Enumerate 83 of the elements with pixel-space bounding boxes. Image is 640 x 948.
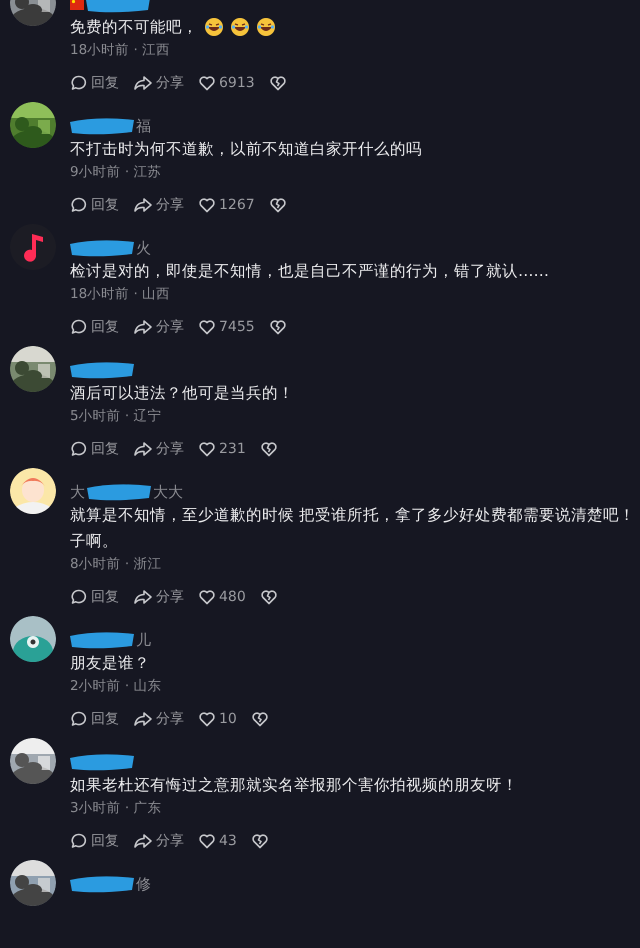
- comment-bubble-icon: [70, 196, 88, 214]
- dislike-button[interactable]: [268, 74, 287, 92]
- comment-text: 酒后可以违法？他可是当兵的！: [70, 383, 294, 404]
- reply-button[interactable]: 回复: [70, 440, 119, 458]
- share-button[interactable]: 分享: [133, 588, 184, 606]
- username[interactable]: 火: [136, 238, 151, 258]
- time-location: 9小时前 · 江苏: [70, 163, 162, 182]
- broken-heart-icon: [268, 196, 287, 214]
- comment-text: 就算是不知情，至少道歉的时候 把受谁所托，拿了多少好处费都需要说清楚吧！: [70, 505, 635, 526]
- like-button[interactable]: 480: [198, 588, 246, 606]
- time-location: 5小时前 · 辽宁: [70, 407, 162, 426]
- share-button[interactable]: 分享: [133, 74, 184, 92]
- broken-heart-icon: [268, 318, 287, 336]
- comment-bubble-icon: [70, 832, 88, 850]
- broken-heart-icon: [260, 440, 278, 458]
- comment-bubble-icon: [70, 74, 88, 92]
- heart-icon: [198, 318, 216, 336]
- username[interactable]: 修: [136, 874, 151, 894]
- like-button[interactable]: 6913: [198, 74, 255, 92]
- comment-text: 不打击时为何不道歉，以前不知道白家开什么的吗: [70, 139, 422, 160]
- share-arrow-icon: [133, 196, 153, 214]
- like-button[interactable]: 10: [198, 710, 237, 728]
- dislike-button[interactable]: [260, 440, 278, 458]
- time-location: 8小时前 · 浙江: [70, 555, 162, 574]
- reply-button[interactable]: 回复: [70, 832, 119, 850]
- username[interactable]: 儿: [136, 630, 151, 650]
- reply-button[interactable]: 回复: [70, 74, 119, 92]
- time-location: 3小时前 · 广东: [70, 799, 162, 818]
- laughing-emoji-icon: [256, 17, 276, 37]
- share-button[interactable]: 分享: [133, 710, 184, 728]
- reply-button[interactable]: 回复: [70, 710, 119, 728]
- reply-button[interactable]: 回复: [70, 318, 119, 336]
- share-button[interactable]: 分享: [133, 196, 184, 214]
- dislike-button[interactable]: [250, 710, 269, 728]
- time-location: 18小时前 · 山西: [70, 285, 172, 304]
- share-arrow-icon: [133, 318, 153, 336]
- share-button[interactable]: 分享: [133, 440, 184, 458]
- comment-text: 子啊。: [70, 531, 118, 552]
- comment-bubble-icon: [70, 710, 88, 728]
- heart-icon: [198, 588, 216, 606]
- comment-text: 检讨是对的，即使是不知情，也是自己不严谨的行为，错了就认……: [70, 261, 549, 282]
- heart-icon: [198, 440, 216, 458]
- music-note-avatar-icon: [10, 224, 56, 270]
- like-button[interactable]: 231: [198, 440, 246, 458]
- username[interactable]: 大大: [153, 482, 183, 502]
- broken-heart-icon: [268, 74, 287, 92]
- dislike-button[interactable]: [260, 588, 278, 606]
- dislike-button[interactable]: [268, 318, 287, 336]
- share-button[interactable]: 分享: [133, 318, 184, 336]
- heart-icon: [198, 196, 216, 214]
- share-arrow-icon: [133, 74, 153, 92]
- heart-icon: [198, 710, 216, 728]
- heart-icon: [198, 74, 216, 92]
- comment-bubble-icon: [70, 440, 88, 458]
- dislike-button[interactable]: [250, 832, 269, 850]
- time-location: 18小时前 · 江西: [70, 41, 172, 60]
- comment-text: 如果老杜还有悔过之意那就实名举报那个害你拍视频的朋友呀！: [70, 775, 518, 796]
- reply-button[interactable]: 回复: [70, 588, 119, 606]
- cartoon-avatar-icon: [10, 468, 56, 514]
- comment-bubble-icon: [70, 318, 88, 336]
- reply-button[interactable]: 回复: [70, 196, 119, 214]
- like-button[interactable]: 7455: [198, 318, 255, 336]
- heart-icon: [198, 832, 216, 850]
- laughing-emoji-icon: [204, 17, 224, 37]
- like-button[interactable]: 1267: [198, 196, 255, 214]
- comment-text: 免费的不可能吧，: [70, 17, 198, 38]
- share-arrow-icon: [133, 832, 153, 850]
- broken-heart-icon: [250, 832, 269, 850]
- laughing-emoji-icon: [230, 17, 250, 37]
- username[interactable]: 大: [70, 482, 85, 502]
- like-button[interactable]: 43: [198, 832, 237, 850]
- comment-bubble-icon: [70, 588, 88, 606]
- share-arrow-icon: [133, 588, 153, 606]
- username[interactable]: 福: [136, 116, 151, 136]
- share-arrow-icon: [133, 440, 153, 458]
- dislike-button[interactable]: [268, 196, 287, 214]
- time-location: 2小时前 · 山东: [70, 677, 162, 696]
- comment-text: 朋友是谁？: [70, 653, 150, 674]
- share-arrow-icon: [133, 710, 153, 728]
- share-button[interactable]: 分享: [133, 832, 184, 850]
- monster-avatar-icon: [10, 616, 56, 662]
- broken-heart-icon: [250, 710, 269, 728]
- broken-heart-icon: [260, 588, 278, 606]
